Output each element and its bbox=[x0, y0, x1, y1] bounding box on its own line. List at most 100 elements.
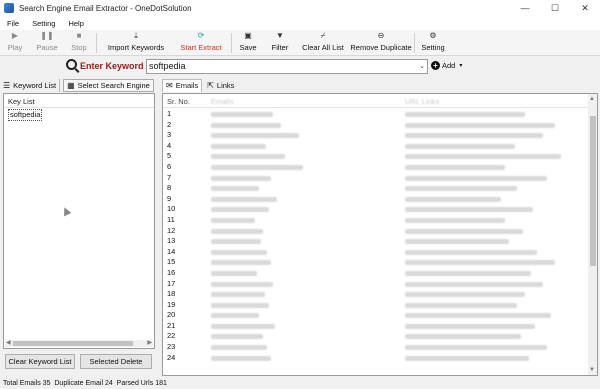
clear-all-list-button[interactable]: ⌿ Clear All List bbox=[302, 31, 344, 55]
row-sr-no: 4 bbox=[167, 140, 172, 150]
save-button[interactable]: ▣ Save bbox=[237, 31, 259, 55]
table-row[interactable]: 10 bbox=[163, 204, 597, 215]
table-row[interactable]: 1 bbox=[163, 109, 597, 120]
row-url-blurred bbox=[405, 355, 529, 361]
row-email-blurred bbox=[211, 133, 299, 139]
table-row[interactable]: 22 bbox=[163, 331, 597, 342]
row-email-blurred bbox=[211, 154, 285, 160]
filter-button[interactable]: ▼ Filter bbox=[268, 31, 292, 55]
results-table: Sr. No. Emails URL Links 1 2 3 4 5 6 7 8 9 10 11 12… bbox=[162, 93, 598, 376]
row-email-blurred bbox=[211, 355, 271, 361]
close-button[interactable]: ✕ bbox=[570, 0, 600, 16]
total-emails-count: 35 bbox=[42, 380, 51, 387]
remove-duplicate-button[interactable]: ⊖ Remove Duplicate bbox=[350, 31, 411, 55]
menu-setting[interactable]: Setting bbox=[25, 19, 61, 28]
window-title: Search Engine Email Extractor - OneDotSo… bbox=[19, 3, 192, 13]
row-email-blurred bbox=[211, 260, 271, 266]
scroll-down-icon[interactable]: ▼ bbox=[589, 367, 595, 373]
column-sr-no[interactable]: Sr. No. bbox=[167, 97, 190, 106]
tab-select-search-engine[interactable]: ▦ Select Search Engine bbox=[63, 78, 154, 92]
table-row[interactable]: 14 bbox=[163, 247, 597, 258]
start-extract-button[interactable]: ⟳ Start Extract bbox=[177, 31, 225, 55]
row-url-blurred bbox=[405, 175, 547, 181]
row-url-blurred bbox=[405, 164, 505, 170]
menu-file[interactable]: File bbox=[0, 19, 25, 28]
row-url-blurred bbox=[405, 186, 517, 192]
table-row[interactable]: 3 bbox=[163, 130, 597, 141]
keyword-input[interactable]: softpedia ⌄ bbox=[146, 59, 428, 74]
table-row[interactable]: 19 bbox=[163, 300, 597, 311]
list-icon: ☰ bbox=[3, 80, 11, 90]
row-url-blurred bbox=[405, 207, 533, 213]
selected-delete-button[interactable]: Selected Delete bbox=[80, 354, 152, 369]
table-row[interactable]: 11 bbox=[163, 215, 597, 226]
table-row[interactable]: 13 bbox=[163, 236, 597, 247]
table-row[interactable]: 18 bbox=[163, 289, 597, 300]
play-button[interactable]: ▶ Play bbox=[4, 31, 26, 55]
row-sr-no: 11 bbox=[167, 214, 175, 224]
row-email-blurred bbox=[211, 281, 273, 287]
minimize-button[interactable]: — bbox=[510, 0, 540, 16]
table-row[interactable]: 23 bbox=[163, 342, 597, 353]
row-url-blurred bbox=[405, 281, 543, 287]
table-row[interactable]: 5 bbox=[163, 151, 597, 162]
column-url-links[interactable]: URL Links bbox=[405, 97, 439, 106]
list-item[interactable]: softpedia bbox=[8, 109, 43, 121]
import-keywords-button[interactable]: ⤓ Import Keywords bbox=[104, 31, 168, 55]
duplicate-email-count: 24 bbox=[104, 380, 113, 387]
table-row[interactable]: 17 bbox=[163, 279, 597, 290]
row-sr-no: 12 bbox=[167, 225, 176, 235]
dropdown-arrow-icon[interactable]: ▾ bbox=[459, 62, 462, 69]
table-row[interactable]: 6 bbox=[163, 162, 597, 173]
table-row[interactable]: 8 bbox=[163, 183, 597, 194]
clear-keyword-list-button[interactable]: Clear Keyword List bbox=[5, 354, 75, 369]
table-row[interactable]: 4 bbox=[163, 141, 597, 152]
stop-icon: ■ bbox=[76, 31, 82, 40]
enter-keyword-label: Enter Keyword bbox=[80, 61, 144, 71]
mouse-cursor-icon bbox=[60, 205, 72, 217]
row-sr-no: 22 bbox=[167, 331, 176, 341]
right-tabs: ✉ Emails ⇱ Links bbox=[160, 78, 600, 92]
tab-keyword-list[interactable]: ☰ Keyword List bbox=[0, 78, 61, 92]
scroll-right-icon[interactable]: ▶ bbox=[147, 339, 152, 346]
row-email-blurred bbox=[211, 249, 267, 255]
table-row[interactable]: 20 bbox=[163, 310, 597, 321]
row-sr-no: 6 bbox=[167, 161, 172, 171]
row-sr-no: 10 bbox=[167, 204, 176, 214]
menu-bar: File Setting Help bbox=[0, 16, 600, 30]
menu-help[interactable]: Help bbox=[61, 19, 89, 28]
chevron-down-icon[interactable]: ⌄ bbox=[419, 60, 425, 73]
add-button[interactable]: + Add ▾ bbox=[431, 61, 462, 70]
row-url-blurred bbox=[405, 228, 523, 234]
row-url-blurred bbox=[405, 334, 521, 340]
row-sr-no: 14 bbox=[167, 246, 176, 256]
row-email-blurred bbox=[211, 112, 273, 117]
table-row[interactable]: 2 bbox=[163, 120, 597, 131]
horizontal-scrollbar[interactable]: ◀ ▶ bbox=[5, 340, 153, 347]
tab-links[interactable]: ⇱ Links bbox=[204, 79, 237, 92]
setting-button[interactable]: ⚙ Setting bbox=[420, 31, 446, 55]
table-row[interactable]: 12 bbox=[163, 226, 597, 237]
row-email-blurred bbox=[211, 292, 265, 298]
row-url-blurred bbox=[405, 323, 535, 329]
maximize-button[interactable]: ☐ bbox=[540, 0, 570, 16]
table-row[interactable]: 21 bbox=[163, 321, 597, 332]
row-url-blurred bbox=[405, 345, 547, 351]
row-url-blurred bbox=[405, 112, 525, 117]
tab-emails[interactable]: ✉ Emails bbox=[162, 78, 203, 92]
row-url-blurred bbox=[405, 260, 555, 266]
scroll-up-icon[interactable]: ▲ bbox=[589, 96, 595, 102]
stop-button[interactable]: ■ Stop bbox=[68, 31, 90, 55]
column-emails[interactable]: Emails bbox=[211, 97, 234, 106]
table-row[interactable]: 9 bbox=[163, 194, 597, 205]
row-email-blurred bbox=[211, 175, 271, 181]
table-row[interactable]: 24 bbox=[163, 353, 597, 364]
row-url-blurred bbox=[405, 292, 525, 298]
table-row[interactable]: 15 bbox=[163, 257, 597, 268]
scroll-left-icon[interactable]: ◀ bbox=[6, 339, 11, 346]
table-row[interactable]: 7 bbox=[163, 173, 597, 184]
table-row[interactable]: 16 bbox=[163, 268, 597, 279]
pause-button[interactable]: ❚❚ Pause bbox=[34, 31, 60, 55]
vertical-scrollbar[interactable]: ▲ ▼ bbox=[588, 94, 597, 375]
row-url-blurred bbox=[405, 239, 509, 245]
